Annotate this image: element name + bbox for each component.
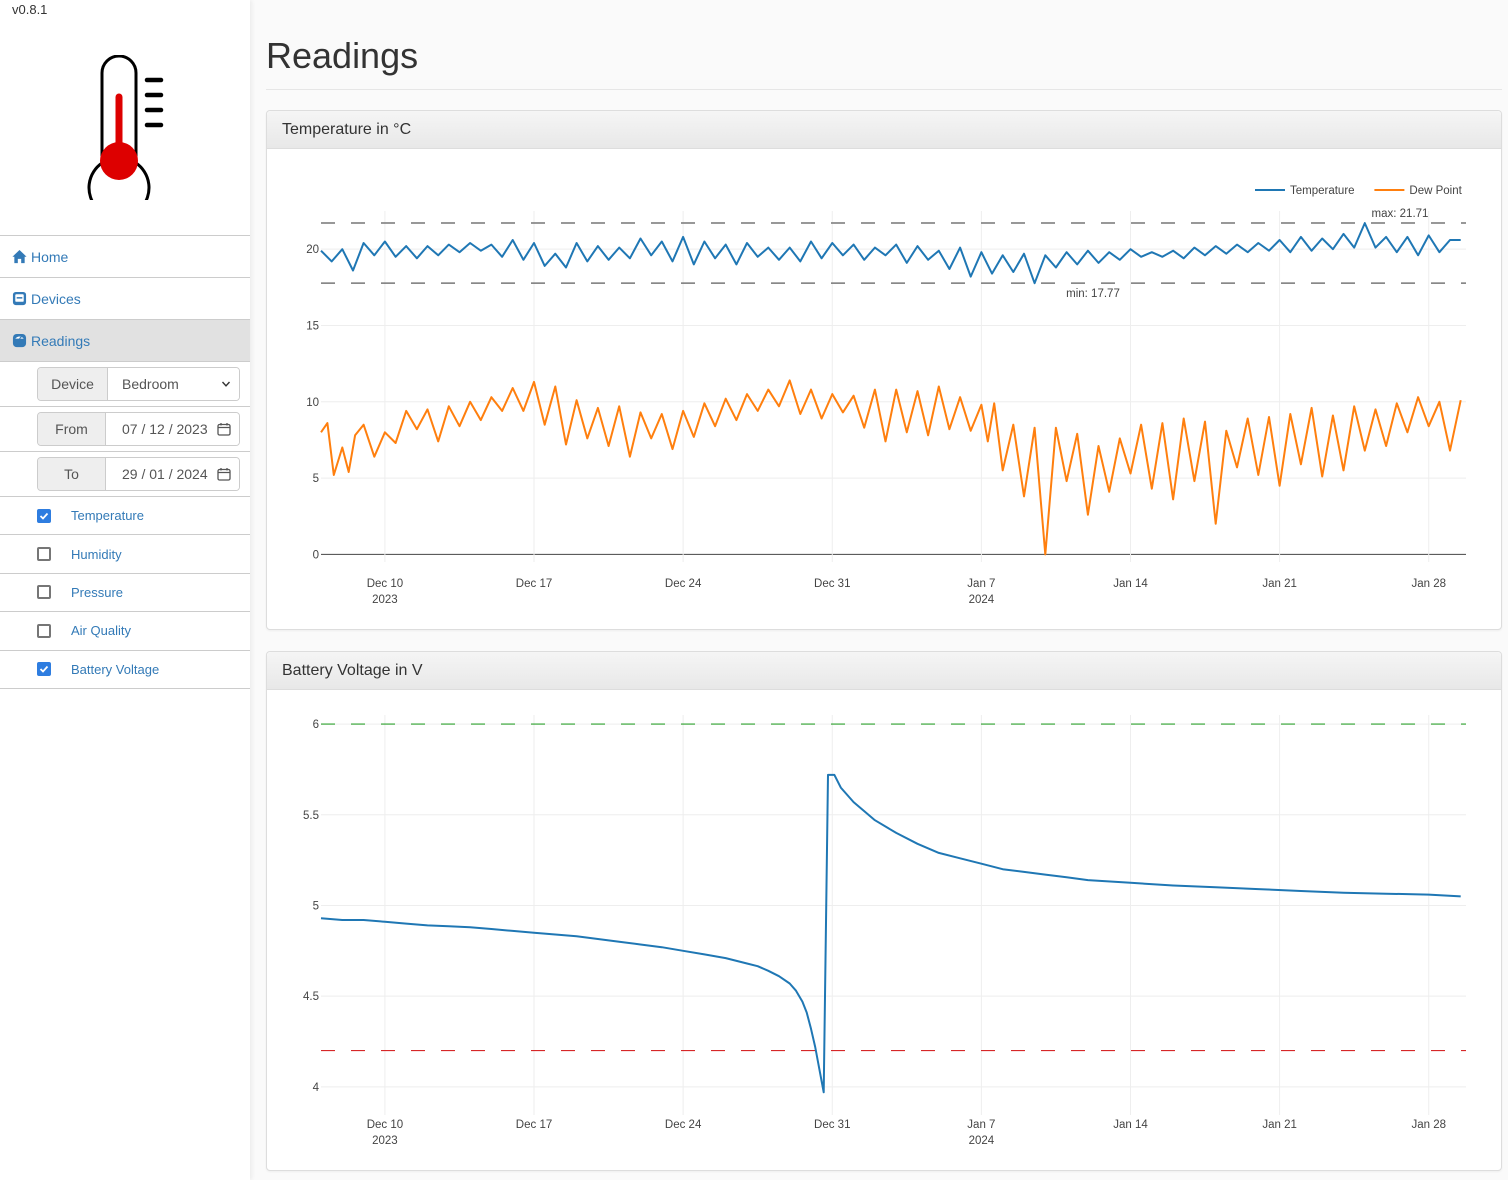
temperature-panel-title: Temperature in °C: [267, 111, 1501, 149]
device-select-row: Device Bedroom: [0, 362, 250, 407]
metric-label-air-quality[interactable]: Air Quality: [71, 623, 131, 638]
calendar-icon[interactable]: [217, 467, 231, 481]
nav-item-readings[interactable]: Readings: [0, 320, 250, 362]
y-tick-label: 6: [313, 719, 319, 731]
devices-icon: [12, 291, 27, 306]
y-tick-label: 4: [313, 1082, 320, 1094]
x-tick-year-label: 2023: [372, 1135, 398, 1147]
thermometer-icon: [87, 55, 164, 200]
sidebar: v0.8.1 Home Devices Readings Device Bedr…: [0, 0, 250, 1180]
checkmark-icon: [39, 666, 49, 674]
series-line-dew-point: [320, 379, 1462, 556]
nav-label-readings: Readings: [31, 332, 91, 349]
x-tick-label: Dec 10: [367, 578, 403, 590]
device-select-value: Bedroom: [122, 376, 179, 392]
x-tick-year-label: 2024: [969, 594, 995, 606]
x-tick-label: Jan 28: [1411, 1119, 1446, 1131]
metric-battery-voltage[interactable]: Battery Voltage: [0, 651, 250, 689]
to-label: To: [38, 458, 106, 490]
to-date-value: 29 / 01 / 2024: [122, 466, 208, 482]
metric-label-humidity[interactable]: Humidity: [71, 547, 122, 562]
metric-air-quality[interactable]: Air Quality: [0, 612, 250, 651]
sidebar-nav: Home Devices Readings Device Bedroom Fro…: [0, 235, 250, 689]
device-label: Device: [38, 368, 108, 400]
y-tick-label: 0: [313, 549, 319, 561]
from-date-row: From 07 / 12 / 2023: [0, 407, 250, 452]
to-date-input[interactable]: 29 / 01 / 2024: [106, 458, 239, 490]
metric-temperature[interactable]: Temperature: [0, 497, 250, 536]
x-tick-label: Dec 24: [665, 1119, 702, 1131]
device-select-group: Device Bedroom: [37, 367, 240, 401]
temperature-chart[interactable]: 0 5 10 15 20 Dec 10 2023 Dec 17 Dec 24 Dec 31 Jan …: [267, 149, 1501, 629]
calendar-icon[interactable]: [217, 422, 231, 436]
metric-label-temperature[interactable]: Temperature: [71, 508, 144, 523]
y-tick-label: 5: [313, 473, 319, 485]
y-tick-label: 5: [313, 900, 319, 912]
x-tick-label: Dec 17: [516, 1119, 552, 1131]
nav-label-devices: Devices: [31, 290, 81, 307]
from-date-value: 07 / 12 / 2023: [122, 421, 208, 437]
y-tick-label: 15: [306, 320, 319, 332]
max-annotation: max: 21.71: [1372, 208, 1429, 220]
metric-label-battery-voltage[interactable]: Battery Voltage: [71, 662, 159, 677]
series-line-temperature: [320, 222, 1461, 285]
from-date-group: From 07 / 12 / 2023: [37, 412, 240, 446]
x-tick-label: Dec 17: [516, 578, 552, 590]
x-tick-label: Jan 7: [967, 1119, 995, 1131]
x-tick-label: Dec 31: [814, 578, 850, 590]
to-date-group: To 29 / 01 / 2024: [37, 457, 240, 491]
nav-item-home[interactable]: Home: [0, 236, 250, 278]
readings-icon: [12, 333, 27, 348]
x-tick-label: Jan 14: [1113, 578, 1148, 590]
from-date-input[interactable]: 07 / 12 / 2023: [106, 413, 239, 445]
x-tick-label: Jan 21: [1262, 578, 1297, 590]
legend-label: Temperature: [1290, 185, 1355, 197]
checkbox-pressure[interactable]: [37, 585, 51, 600]
temperature-panel: Temperature in °C 0 5 10 15 20 Dec 10 2023 Dec …: [266, 110, 1502, 630]
series-line-battery-voltage: [320, 773, 1461, 1094]
metric-label-pressure[interactable]: Pressure: [71, 585, 123, 600]
checkmark-icon: [39, 512, 49, 520]
home-icon: [12, 249, 27, 264]
nav-item-devices[interactable]: Devices: [0, 278, 250, 320]
chevron-down-icon: [221, 381, 231, 387]
x-tick-label: Dec 10: [367, 1119, 403, 1131]
battery-panel: Battery Voltage in V 4 4.5 5 5.5 6 Dec 10 2023…: [266, 651, 1502, 1171]
x-tick-label: Jan 21: [1262, 1119, 1297, 1131]
battery-panel-title: Battery Voltage in V: [267, 652, 1501, 690]
y-tick-label: 5.5: [303, 810, 319, 822]
x-tick-label: Jan 28: [1411, 578, 1446, 590]
x-tick-label: Dec 24: [665, 578, 702, 590]
y-tick-label: 20: [306, 244, 319, 256]
min-annotation: min: 17.77: [1066, 288, 1120, 300]
x-tick-year-label: 2023: [372, 594, 398, 606]
page-title: Readings: [266, 35, 419, 76]
x-tick-label: Jan 7: [967, 578, 995, 590]
metric-list: Temperature Humidity Pressure Air Qualit…: [0, 497, 250, 689]
title-divider: [266, 89, 1502, 90]
checkbox-humidity[interactable]: [37, 547, 51, 562]
metric-pressure[interactable]: Pressure: [0, 574, 250, 613]
battery-chart[interactable]: 4 4.5 5 5.5 6 Dec 10 2023 Dec 17 Dec 24 Dec 31 Jan…: [267, 690, 1501, 1170]
app-version: v0.8.1: [12, 2, 48, 17]
to-date-row: To 29 / 01 / 2024: [0, 452, 250, 497]
metric-humidity[interactable]: Humidity: [0, 535, 250, 574]
from-label: From: [38, 413, 106, 445]
checkbox-air-quality[interactable]: [37, 623, 51, 638]
nav-label-home: Home: [31, 248, 69, 265]
x-tick-label: Jan 14: [1113, 1119, 1148, 1131]
legend-label: Dew Point: [1409, 185, 1462, 197]
y-tick-label: 10: [306, 397, 319, 409]
x-tick-label: Dec 31: [814, 1119, 850, 1131]
x-tick-year-label: 2024: [969, 1135, 995, 1147]
checkbox-temperature[interactable]: [37, 508, 51, 523]
device-select[interactable]: Bedroom: [108, 368, 239, 400]
checkbox-battery-voltage[interactable]: [37, 662, 51, 677]
y-tick-label: 4.5: [303, 991, 319, 1003]
